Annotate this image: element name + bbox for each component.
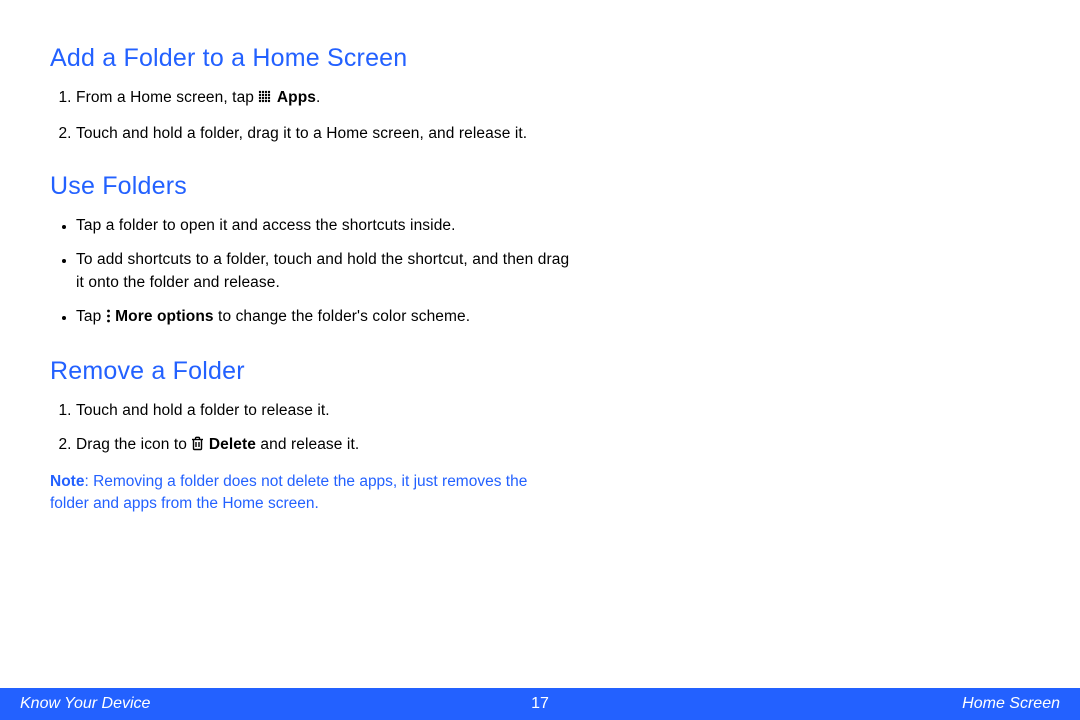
add-folder-steps: From a Home screen, tap Apps. Touch and … — [50, 87, 570, 146]
section-add-folder: Add a Folder to a Home Screen From a Hom… — [50, 44, 1030, 146]
bullet-item: Tap More options to change the folder's … — [76, 306, 570, 330]
step-text: From a Home screen, tap — [76, 89, 258, 106]
bullet-text: To add shortcuts to a folder, touch and … — [76, 251, 569, 290]
note-text: Note: Removing a folder does not delete … — [50, 471, 570, 516]
note-body: : Removing a folder does not delete the … — [50, 473, 527, 512]
step-text: Touch and hold a folder to release it. — [76, 402, 330, 419]
use-folders-bullets: Tap a folder to open it and access the s… — [50, 215, 570, 331]
bullet-text: Tap — [76, 308, 106, 325]
page-footer: Know Your Device 17 Home Screen — [0, 688, 1080, 720]
section-use-folders: Use Folders Tap a folder to open it and … — [50, 172, 1030, 331]
footer-left: Know Your Device — [20, 695, 150, 713]
step-bold: Apps — [277, 89, 316, 106]
delete-trash-icon — [191, 436, 204, 458]
bullet-item: To add shortcuts to a folder, touch and … — [76, 249, 570, 294]
section-remove-folder: Remove a Folder Touch and hold a folder … — [50, 357, 1030, 516]
footer-page-number: 17 — [531, 695, 549, 713]
step-item: Touch and hold a folder to release it. — [76, 400, 570, 422]
step-text: and release it. — [256, 436, 359, 453]
step-text: . — [316, 89, 320, 106]
note-label: Note — [50, 473, 84, 490]
step-text: Drag the icon to — [76, 436, 191, 453]
manual-page: Add a Folder to a Home Screen From a Hom… — [0, 0, 1080, 720]
step-item: Touch and hold a folder, drag it to a Ho… — [76, 123, 570, 145]
bullet-text: to change the folder's color scheme. — [214, 308, 471, 325]
heading-use-folders: Use Folders — [50, 172, 1030, 201]
apps-grid-icon — [258, 89, 272, 111]
step-text: Touch and hold a folder, drag it to a Ho… — [76, 125, 527, 142]
step-item: From a Home screen, tap Apps. — [76, 87, 570, 111]
bullet-item: Tap a folder to open it and access the s… — [76, 215, 570, 237]
bullet-bold: More options — [115, 308, 214, 325]
bullet-text: Tap a folder to open it and access the s… — [76, 217, 456, 234]
step-item: Drag the icon to Delete and release it. — [76, 434, 570, 458]
step-bold: Delete — [209, 436, 256, 453]
remove-folder-steps: Touch and hold a folder to release it. D… — [50, 400, 570, 459]
footer-right: Home Screen — [962, 695, 1060, 713]
more-options-icon — [106, 308, 111, 330]
heading-remove-folder: Remove a Folder — [50, 357, 1030, 386]
heading-add-folder: Add a Folder to a Home Screen — [50, 44, 1030, 73]
